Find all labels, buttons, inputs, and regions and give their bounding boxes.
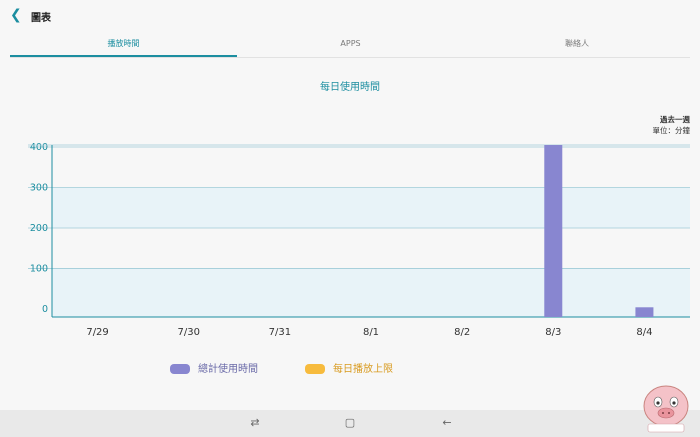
y-tick-label: 200 (30, 223, 48, 234)
x-tick-label: 8/2 (454, 327, 470, 338)
watermark-logo-icon (643, 385, 689, 433)
x-tick-label: 8/1 (363, 327, 379, 338)
legend-swatch-limit (305, 364, 325, 374)
back-chevron-icon[interactable]: ❮ (10, 8, 22, 22)
legend-label-limit: 每日播放上限 (333, 364, 393, 375)
legend-item-total: 總計使用時間 (170, 362, 258, 378)
home-icon[interactable]: ▢ (341, 415, 359, 431)
x-tick-label: 7/30 (177, 327, 199, 338)
y-tick-label: 100 (30, 263, 48, 274)
chart-meta: 過去一週 單位：分鐘 (653, 114, 691, 136)
chart-title: 每日使用時間 (320, 82, 380, 93)
grid-band (52, 187, 690, 228)
legend-swatch-total (170, 364, 190, 374)
x-tick-label: 7/29 (86, 327, 108, 338)
x-tick-label: 8/3 (545, 327, 561, 338)
period-label: 過去一週 (660, 115, 690, 124)
legend-label-total: 總計使用時間 (198, 364, 258, 375)
y-tick-label: 0 (42, 304, 48, 315)
tab-apps[interactable]: APPS (237, 32, 464, 56)
x-tick-label: 8/4 (636, 327, 652, 338)
tabs-divider (10, 57, 690, 58)
back-icon[interactable]: ← (438, 415, 456, 431)
y-tick-label: 400 (30, 142, 48, 153)
system-nav-bar: ⇄ ▢ ← (0, 410, 700, 437)
data-bar (635, 307, 654, 317)
usage-bar-chart: 0 100 200 300 400 7/29 7/30 7/31 8/1 8/2 8/3 8/4 (28, 142, 690, 338)
data-bar (544, 145, 563, 317)
tab-contacts[interactable]: 聯絡人 (464, 32, 690, 56)
recent-apps-icon[interactable]: ⇄ (246, 415, 264, 431)
tab-play-time[interactable]: 播放時間 (10, 32, 237, 56)
y-tick-label: 300 (30, 182, 48, 193)
plot-area: 0 100 200 300 400 7/29 7/30 7/31 8/1 8/2 8/3 8/4 (28, 142, 690, 338)
page-title: 圖表 (31, 13, 51, 24)
app-header: ❮ 圖表 (0, 0, 700, 32)
x-tick-label: 7/31 (269, 327, 291, 338)
grid-band (52, 268, 690, 317)
legend-item-limit: 每日播放上限 (305, 362, 393, 378)
